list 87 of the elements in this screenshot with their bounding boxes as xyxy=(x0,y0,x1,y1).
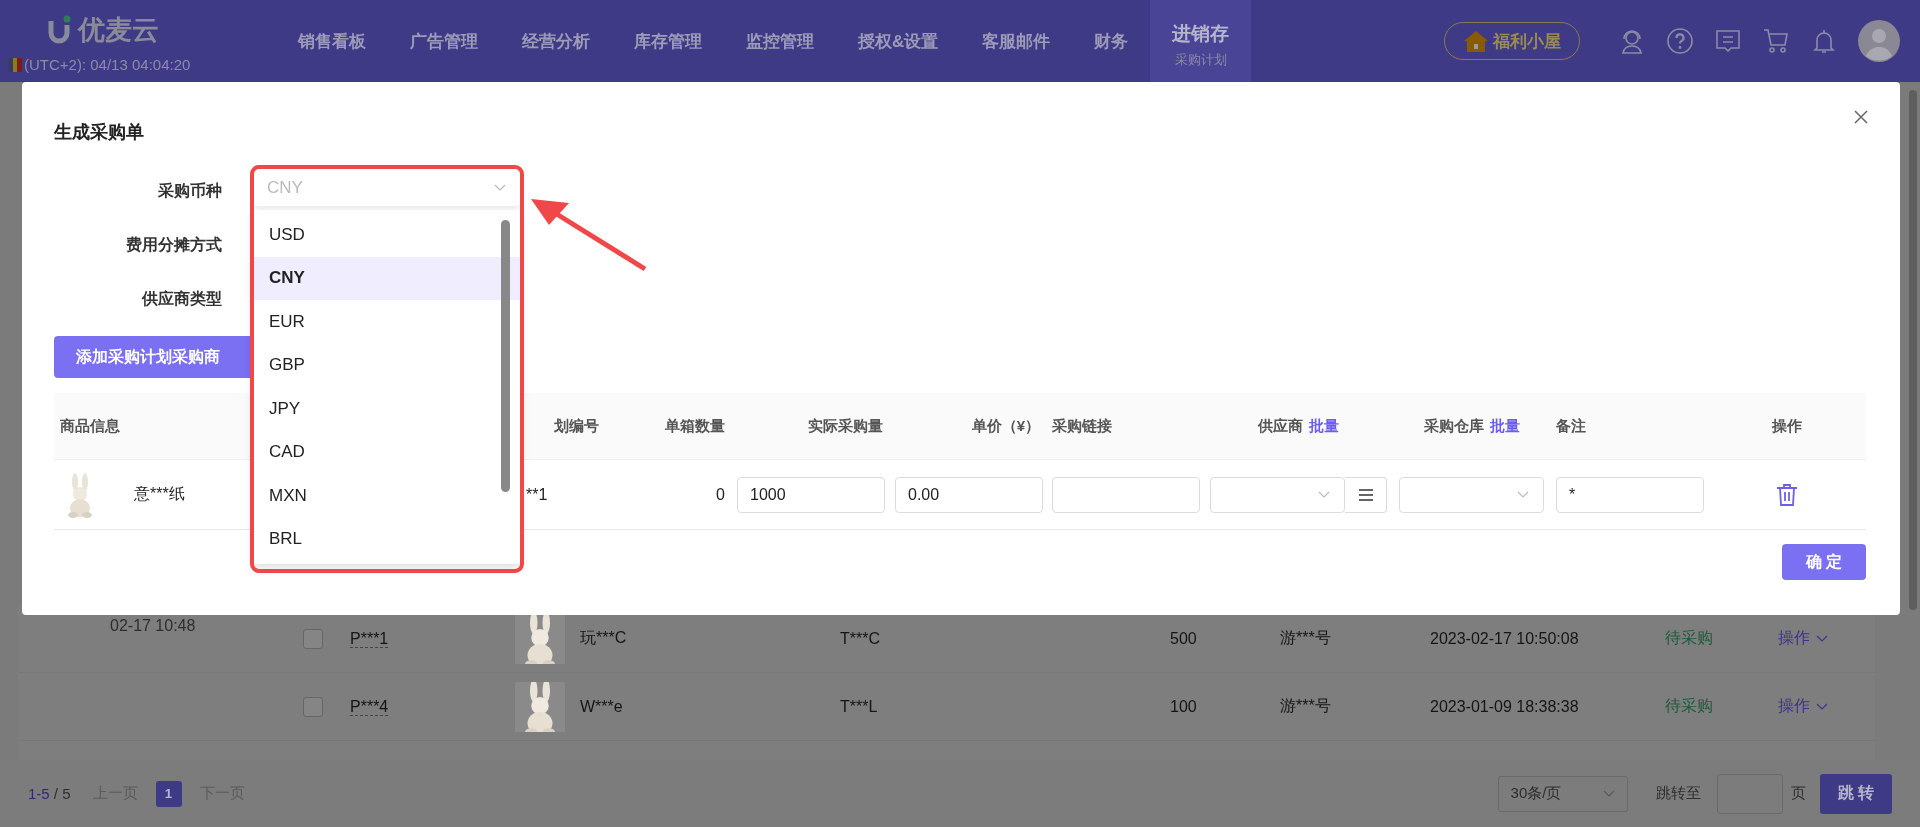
nav-tab[interactable]: 经营分析 xyxy=(500,0,612,82)
nav-tab[interactable]: 库存管理 xyxy=(612,0,724,82)
product-name: 意***纸 xyxy=(134,484,185,504)
column-header: 单价（¥） xyxy=(971,416,1040,436)
row-checkbox[interactable] xyxy=(303,696,323,717)
quantity-input[interactable]: 1000 xyxy=(737,476,885,513)
timezone-clock: (UTC+2): 04/13 04:04:20 xyxy=(24,56,191,73)
currency-option[interactable]: USD xyxy=(253,213,520,257)
currency-option[interactable]: MXN xyxy=(253,474,520,518)
page-size-select[interactable]: 30条/页 xyxy=(1497,775,1628,812)
help-icon[interactable] xyxy=(1666,27,1694,55)
logo-text: 优麦云 xyxy=(78,14,159,47)
logo-icon xyxy=(48,15,72,45)
dropdown-scrollbar[interactable] xyxy=(501,220,510,492)
field-label: 供应商类型 xyxy=(140,288,222,309)
unit-price-input[interactable]: 0.00 xyxy=(895,476,1043,513)
page-unit: 页 xyxy=(1790,784,1806,803)
chevron-down-icon xyxy=(1816,702,1828,711)
column-header: 单箱数量 xyxy=(665,416,725,436)
product-name: W***e xyxy=(580,697,624,716)
page-button[interactable]: 1 xyxy=(155,780,182,807)
close-icon[interactable] xyxy=(1852,108,1870,126)
bell-icon[interactable] xyxy=(1810,27,1838,55)
house-icon xyxy=(1463,29,1489,53)
currency-option[interactable]: CNY xyxy=(253,256,520,300)
field-label: 采购币种 xyxy=(157,180,222,201)
chevron-down-icon xyxy=(1602,789,1615,798)
column-header: 供应商 xyxy=(1258,416,1303,436)
product-name: 玩***C xyxy=(580,628,628,648)
supplier-cell-text: 游***号 xyxy=(1280,628,1332,648)
status-label: 待采购 xyxy=(1665,696,1714,716)
avatar-icon[interactable] xyxy=(1858,20,1900,62)
chevron-down-icon xyxy=(1517,490,1529,499)
column-header: 实际采购量 xyxy=(808,416,883,436)
column-header: 操作 xyxy=(1772,416,1802,436)
remark-input[interactable]: * xyxy=(1556,476,1704,513)
currency-option[interactable]: BRL xyxy=(253,517,520,561)
chevron-down-icon xyxy=(1318,490,1330,499)
column-header: 采购链接 xyxy=(1052,416,1112,436)
nav-tab[interactable]: 财务 xyxy=(1072,0,1151,82)
confirm-button[interactable]: 确 定 xyxy=(1782,544,1866,580)
time-cell-text: 2023-01-09 18:38:38 xyxy=(1430,697,1580,716)
quantity-cell-text: 100 xyxy=(1170,697,1198,716)
nav-tab[interactable]: 销售看板 xyxy=(276,0,388,82)
flag-icon xyxy=(8,57,22,72)
currency-option[interactable]: CAD xyxy=(253,430,520,474)
field-label: 费用分摊方式 xyxy=(125,234,222,255)
status-label: 待采购 xyxy=(1665,628,1714,648)
bulk-link[interactable]: 批量 xyxy=(1489,416,1520,436)
list-button[interactable] xyxy=(1345,476,1387,513)
nav-tab[interactable]: 广告管理 xyxy=(388,0,500,82)
quantity-cell-text: 500 xyxy=(1170,629,1198,648)
scrollbar[interactable] xyxy=(1909,90,1917,610)
group-time: 02-17 10:48 xyxy=(109,616,197,635)
supplier-cell-text: 游***号 xyxy=(1280,696,1332,716)
link-input[interactable] xyxy=(1052,476,1200,513)
plan-number: **1 xyxy=(526,485,548,504)
chevron-down-icon xyxy=(494,184,506,192)
action-menu[interactable]: 操作 xyxy=(1778,628,1828,649)
delete-icon[interactable] xyxy=(1776,482,1798,507)
jump-button[interactable]: 跳 转 xyxy=(1819,773,1892,814)
column-header: 采购仓库 xyxy=(1423,416,1484,436)
time-cell-text: 2023-02-17 10:50:08 xyxy=(1430,629,1580,648)
column-header: 划编号 xyxy=(554,416,599,436)
dialog-title: 生成采购单 xyxy=(54,121,145,144)
jump-label: 跳转至 xyxy=(1655,784,1701,803)
per-box-quantity: 0 xyxy=(716,485,725,504)
bulk-link[interactable]: 批量 xyxy=(1309,416,1339,436)
nav-tab[interactable]: 进销存 采购计划 xyxy=(1150,0,1252,82)
nav-tab[interactable]: 客服邮件 xyxy=(960,0,1073,82)
column-header: 商品信息 xyxy=(60,416,120,436)
list-icon xyxy=(1358,488,1373,501)
cart-icon[interactable] xyxy=(1762,27,1790,55)
warehouse-select[interactable] xyxy=(1399,476,1544,513)
page-range: 1-5 / 5 xyxy=(28,785,71,802)
order-number[interactable]: P***4 xyxy=(350,697,515,716)
currency-option[interactable]: JPY xyxy=(253,387,520,431)
nav-tab[interactable]: 监控管理 xyxy=(724,0,836,82)
column-header: 备注 xyxy=(1556,416,1586,436)
nav-tab[interactable]: 授权&设置 xyxy=(836,0,961,82)
row-checkbox[interactable] xyxy=(303,628,323,649)
table-cell-text: T***L xyxy=(840,697,879,716)
action-menu[interactable]: 操作 xyxy=(1778,696,1828,717)
message-icon[interactable] xyxy=(1714,27,1742,55)
table-cell-text: T***C xyxy=(840,629,881,648)
order-number[interactable]: P***1 xyxy=(350,629,515,648)
chevron-down-icon xyxy=(1816,634,1828,643)
